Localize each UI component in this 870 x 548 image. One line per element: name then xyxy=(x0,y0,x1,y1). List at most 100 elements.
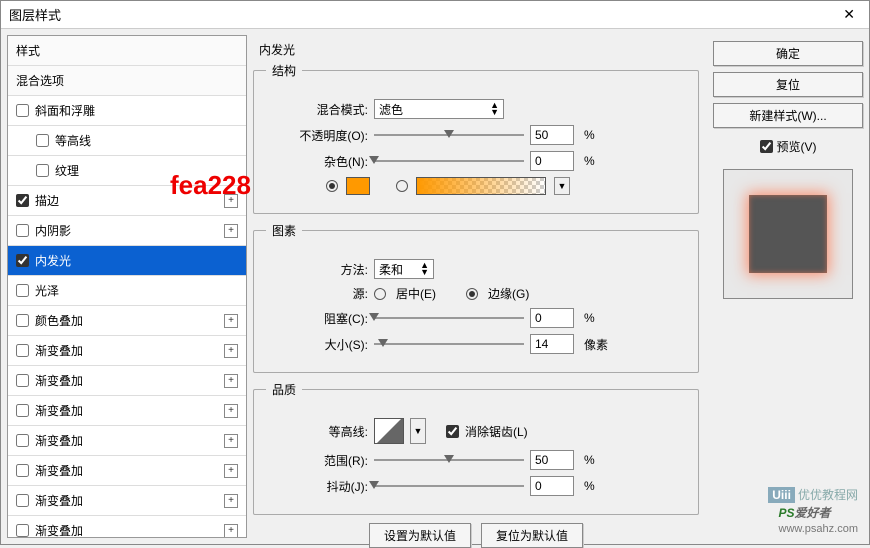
sidebar-label: 渐变叠加 xyxy=(35,402,83,419)
noise-slider[interactable] xyxy=(374,154,524,168)
gradient-overlay-checkbox[interactable] xyxy=(16,404,29,417)
titlebar: 图层样式 ✕ xyxy=(1,1,869,29)
method-select[interactable]: 柔和 ▲▼ xyxy=(374,259,434,279)
ok-button[interactable]: 确定 xyxy=(713,41,863,66)
opacity-slider[interactable] xyxy=(374,128,524,142)
choke-unit: % xyxy=(584,311,595,325)
sidebar-item-gradient-overlay[interactable]: 渐变叠加 + xyxy=(8,486,246,516)
sidebar-item-blend-options[interactable]: 混合选项 xyxy=(8,66,246,96)
range-slider[interactable] xyxy=(374,453,524,467)
dropdown-arrows-icon: ▲▼ xyxy=(420,262,429,276)
contour-checkbox[interactable] xyxy=(36,134,49,147)
contour-label: 等高线: xyxy=(266,423,368,440)
size-slider[interactable] xyxy=(374,337,524,351)
sidebar-item-gradient-overlay[interactable]: 渐变叠加 + xyxy=(8,366,246,396)
satin-checkbox[interactable] xyxy=(16,284,29,297)
elements-legend: 图素 xyxy=(266,222,302,239)
sidebar-item-gradient-overlay[interactable]: 渐变叠加 + xyxy=(8,516,246,538)
gradient-overlay-checkbox[interactable] xyxy=(16,464,29,477)
glow-gradient[interactable] xyxy=(416,177,546,195)
source-center-label: 居中(E) xyxy=(396,285,436,302)
cancel-button[interactable]: 复位 xyxy=(713,72,863,97)
plus-icon[interactable]: + xyxy=(224,344,238,358)
blend-mode-select[interactable]: 滤色 ▲▼ xyxy=(374,99,504,119)
contour-dropdown[interactable]: ▼ xyxy=(410,418,426,444)
plus-icon[interactable]: + xyxy=(224,434,238,448)
blend-mode-label: 混合模式: xyxy=(266,101,368,118)
structure-group: 结构 混合模式: 滤色 ▲▼ 不透明度(O): 50 % 杂色(N): xyxy=(253,62,699,214)
plus-icon[interactable]: + xyxy=(224,314,238,328)
method-label: 方法: xyxy=(266,261,368,278)
size-label: 大小(S): xyxy=(266,336,368,353)
range-input[interactable]: 50 xyxy=(530,450,574,470)
quality-group: 品质 等高线: ▼ 消除锯齿(L) 范围(R): 50 % 抖动(J): xyxy=(253,381,699,515)
sidebar-label: 渐变叠加 xyxy=(35,462,83,479)
sidebar-item-color-overlay[interactable]: 颜色叠加 + xyxy=(8,306,246,336)
glow-color-swatch[interactable] xyxy=(346,177,370,195)
gradient-overlay-checkbox[interactable] xyxy=(16,494,29,507)
sidebar-label: 内发光 xyxy=(35,252,71,269)
plus-icon[interactable]: + xyxy=(224,374,238,388)
choke-label: 阻塞(C): xyxy=(266,310,368,327)
jitter-input[interactable]: 0 xyxy=(530,476,574,496)
sidebar-item-satin[interactable]: 光泽 xyxy=(8,276,246,306)
plus-icon[interactable]: + xyxy=(224,494,238,508)
source-edge-label: 边缘(G) xyxy=(488,285,529,302)
sidebar-item-gradient-overlay[interactable]: 渐变叠加 + xyxy=(8,456,246,486)
size-input[interactable]: 14 xyxy=(530,334,574,354)
bevel-checkbox[interactable] xyxy=(16,104,29,117)
sidebar-item-gradient-overlay[interactable]: 渐变叠加 + xyxy=(8,426,246,456)
dropdown-arrows-icon: ▲▼ xyxy=(490,102,499,116)
sidebar-item-inner-shadow[interactable]: 内阴影 + xyxy=(8,216,246,246)
structure-legend: 结构 xyxy=(266,62,302,79)
sidebar-item-inner-glow[interactable]: 内发光 xyxy=(8,246,246,276)
choke-slider[interactable] xyxy=(374,311,524,325)
gradient-overlay-checkbox[interactable] xyxy=(16,374,29,387)
reset-default-button[interactable]: 复位为默认值 xyxy=(481,523,583,548)
new-style-button[interactable]: 新建样式(W)... xyxy=(713,103,863,128)
gradient-overlay-checkbox[interactable] xyxy=(16,524,29,537)
preview-box xyxy=(723,169,853,299)
gradient-dropdown[interactable]: ▼ xyxy=(554,177,570,195)
sidebar-item-bevel[interactable]: 斜面和浮雕 xyxy=(8,96,246,126)
sidebar-item-gradient-overlay[interactable]: 渐变叠加 + xyxy=(8,336,246,366)
inner-glow-checkbox[interactable] xyxy=(16,254,29,267)
inner-shadow-checkbox[interactable] xyxy=(16,224,29,237)
sidebar-item-styles[interactable]: 样式 xyxy=(8,36,246,66)
sidebar-label: 渐变叠加 xyxy=(35,372,83,389)
close-icon[interactable]: ✕ xyxy=(837,4,861,25)
color-radio[interactable] xyxy=(326,180,338,192)
texture-checkbox[interactable] xyxy=(36,164,49,177)
jitter-slider[interactable] xyxy=(374,479,524,493)
gradient-overlay-checkbox[interactable] xyxy=(16,344,29,357)
opacity-input[interactable]: 50 xyxy=(530,125,574,145)
source-center-radio[interactable] xyxy=(374,288,386,300)
preview-checkbox[interactable] xyxy=(760,140,773,153)
plus-icon[interactable]: + xyxy=(224,224,238,238)
plus-icon[interactable]: + xyxy=(224,404,238,418)
source-edge-radio[interactable] xyxy=(466,288,478,300)
antialias-checkbox[interactable] xyxy=(446,425,459,438)
sidebar-label: 渐变叠加 xyxy=(35,492,83,509)
gradient-overlay-checkbox[interactable] xyxy=(16,434,29,447)
stroke-checkbox[interactable] xyxy=(16,194,29,207)
preview-label: 预览(V) xyxy=(777,138,817,155)
sidebar-item-gradient-overlay[interactable]: 渐变叠加 + xyxy=(8,396,246,426)
method-value: 柔和 xyxy=(379,261,403,278)
sidebar-label: 颜色叠加 xyxy=(35,312,83,329)
sidebar-label: 渐变叠加 xyxy=(35,522,83,538)
noise-label: 杂色(N): xyxy=(266,153,368,170)
sidebar-label: 混合选项 xyxy=(16,72,64,89)
noise-unit: % xyxy=(584,154,595,168)
sidebar-item-contour[interactable]: 等高线 xyxy=(8,126,246,156)
noise-input[interactable]: 0 xyxy=(530,151,574,171)
jitter-unit: % xyxy=(584,479,595,493)
plus-icon[interactable]: + xyxy=(224,464,238,478)
make-default-button[interactable]: 设置为默认值 xyxy=(369,523,471,548)
color-overlay-checkbox[interactable] xyxy=(16,314,29,327)
gradient-radio[interactable] xyxy=(396,180,408,192)
choke-input[interactable]: 0 xyxy=(530,308,574,328)
plus-icon[interactable]: + xyxy=(224,524,238,538)
contour-picker[interactable] xyxy=(374,418,404,444)
window-title: 图层样式 xyxy=(9,5,61,24)
